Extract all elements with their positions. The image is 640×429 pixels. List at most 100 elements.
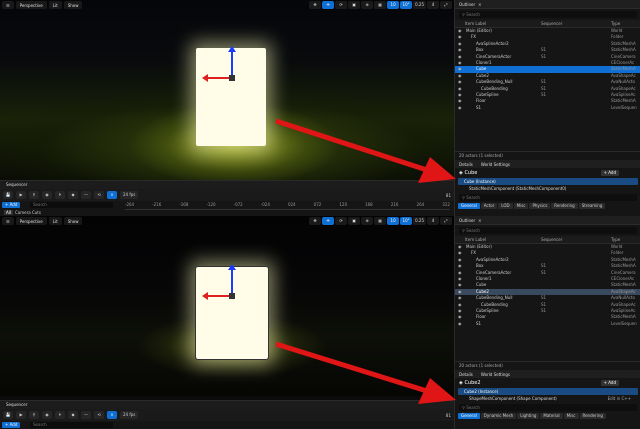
save-icon[interactable]: 💾 [3, 411, 13, 419]
sequencer-search-input[interactable]: Search [30, 202, 113, 208]
filter-tab[interactable]: Rendering [551, 203, 578, 210]
add-track-button[interactable]: + Add [2, 202, 21, 208]
select-mode-icon[interactable]: ✥ [309, 1, 322, 9]
camera-speed-value[interactable]: 4 [427, 1, 439, 9]
world-settings-tab[interactable]: World Settings [481, 372, 510, 377]
snap-icon[interactable]: ⟲ [94, 191, 104, 199]
camera-icon[interactable]: ◉ [42, 191, 52, 199]
instance-row[interactable]: Cube2 (Instance) [458, 388, 638, 396]
sequencer-header[interactable]: Sequencer [541, 237, 562, 242]
curve-icon[interactable]: 〰 [81, 411, 91, 419]
viewport-menu-button[interactable]: ☰ [2, 1, 14, 9]
show-button[interactable]: Show [63, 217, 83, 225]
transform-gizmo[interactable] [196, 262, 246, 312]
component-row[interactable]: StaticMeshComponent (StaticMeshComponent… [455, 185, 640, 192]
keyframe-icon[interactable]: ◆ [68, 191, 78, 199]
rotate-tool-icon[interactable]: ⟳ [335, 1, 348, 9]
filter-icon[interactable]: ⚲ [29, 191, 39, 199]
filter-tab[interactable]: Actor [480, 203, 498, 210]
filter-tab[interactable]: General [458, 413, 480, 420]
magnet-icon[interactable]: ∩ [107, 191, 117, 199]
current-frame[interactable]: 81 [446, 193, 451, 198]
show-button[interactable]: Show [63, 1, 83, 9]
item-label-header[interactable]: Item Label [465, 237, 486, 242]
rotate-tool-icon[interactable]: ⟳ [335, 217, 348, 225]
filter-icon[interactable]: ⚲ [29, 411, 39, 419]
grid-snap-value[interactable]: 10 [387, 217, 400, 225]
details-tab[interactable]: Details [459, 162, 473, 167]
outliner-search-input[interactable]: ⚲ Search [459, 227, 637, 234]
type-header[interactable]: Type [611, 237, 620, 242]
outliner-tab[interactable]: Outliner [459, 2, 475, 7]
sequencer-header[interactable]: Sequencer [541, 21, 562, 26]
snap-icon[interactable]: ⟲ [94, 411, 104, 419]
sequencer-search-input[interactable]: Search [30, 422, 113, 428]
close-icon[interactable]: × [478, 2, 481, 7]
scale-tool-icon[interactable]: ▣ [348, 1, 361, 9]
render-icon[interactable]: ▶ [16, 411, 26, 419]
lit-button[interactable]: Lit [48, 1, 62, 9]
type-header[interactable]: Type [611, 21, 620, 26]
world-settings-tab[interactable]: World Settings [481, 162, 510, 167]
outliner-tab[interactable]: Outliner [459, 218, 475, 223]
add-track-button[interactable]: + Add [2, 422, 21, 428]
curve-icon[interactable]: 〰 [81, 191, 91, 199]
track-filter-tag[interactable]: All [4, 210, 13, 215]
lit-button[interactable]: Lit [48, 217, 62, 225]
filter-tab[interactable]: Lighting [517, 413, 540, 420]
instance-row[interactable]: Cube (Instance) [458, 178, 638, 186]
surface-snap-icon[interactable]: ▦ [374, 1, 387, 9]
details-search-input[interactable]: ⚲ Search [459, 404, 637, 412]
perspective-button[interactable]: Perspective [15, 1, 47, 9]
translate-tool-icon[interactable]: ✛ [322, 1, 335, 9]
camera-speed-value[interactable]: 4 [427, 217, 439, 225]
scale-tool-icon[interactable]: ▣ [348, 217, 361, 225]
actor-name-text[interactable]: Cube2 [464, 380, 480, 386]
add-component-button[interactable]: + Add [600, 170, 619, 177]
filter-tab[interactable]: Streaming [578, 203, 606, 210]
current-frame[interactable]: 81 [446, 413, 451, 418]
timeline-ruler[interactable]: -264 -216 -168 -120 -072 -024 024 072 12… [125, 201, 450, 210]
close-icon[interactable]: × [478, 218, 481, 223]
visibility-eye-icon[interactable]: ◉ [458, 105, 462, 111]
translate-tool-icon[interactable]: ✛ [322, 217, 335, 225]
playback-icon[interactable]: ⏵ [55, 411, 65, 419]
fps-dropdown[interactable]: 24 fps [120, 191, 139, 199]
visibility-eye-icon[interactable]: ◉ [458, 321, 462, 327]
render-icon[interactable]: ▶ [16, 191, 26, 199]
select-mode-icon[interactable]: ✥ [309, 217, 322, 225]
surface-snap-icon[interactable]: ▦ [374, 217, 387, 225]
viewport-menu-button[interactable]: ☰ [2, 217, 14, 225]
transform-gizmo[interactable] [196, 44, 246, 94]
add-component-button[interactable]: + Add [600, 380, 619, 387]
filter-tab[interactable]: Misc [563, 413, 579, 420]
filter-tab[interactable]: Physics [529, 203, 551, 210]
fps-dropdown[interactable]: 24 fps [120, 411, 139, 419]
filter-tab[interactable]: LOD [498, 203, 513, 210]
maximize-viewport-icon[interactable]: ⤢ [440, 217, 452, 225]
camera-icon[interactable]: ◉ [42, 411, 52, 419]
details-search-input[interactable]: ⚲ Search [459, 194, 637, 202]
world-space-icon[interactable]: ⊕ [361, 217, 374, 225]
filter-tab[interactable]: Misc [513, 203, 529, 210]
outliner-search-input[interactable]: ⚲ Search [459, 11, 637, 18]
world-space-icon[interactable]: ⊕ [361, 1, 374, 9]
edit-in-cpp-link[interactable]: Edit in C++ [608, 395, 631, 402]
filter-tab[interactable]: General [458, 203, 480, 210]
component-row[interactable]: ShapeMeshComponent (Shape Component) Edit… [455, 395, 640, 402]
outliner-row[interactable]: ◉ S1 LevelSequen [455, 321, 640, 327]
scale-snap-value[interactable]: 0.25 [413, 1, 426, 9]
magnet-icon[interactable]: ∩ [107, 411, 117, 419]
filter-tab[interactable]: Rendering [579, 413, 606, 420]
filter-tab[interactable]: Material [540, 413, 563, 420]
rotation-snap-value[interactable]: 10° [400, 1, 413, 9]
save-icon[interactable]: 💾 [3, 191, 13, 199]
grid-snap-value[interactable]: 10 [387, 1, 400, 9]
perspective-button[interactable]: Perspective [15, 217, 47, 225]
filter-tab[interactable]: Dynamic Mesh [480, 413, 517, 420]
scale-snap-value[interactable]: 0.25 [413, 217, 426, 225]
item-label-header[interactable]: Item Label [465, 21, 486, 26]
outliner-row[interactable]: ◉ S1 LevelSequen [455, 105, 640, 111]
maximize-viewport-icon[interactable]: ⤢ [440, 1, 452, 9]
playback-icon[interactable]: ⏵ [55, 191, 65, 199]
